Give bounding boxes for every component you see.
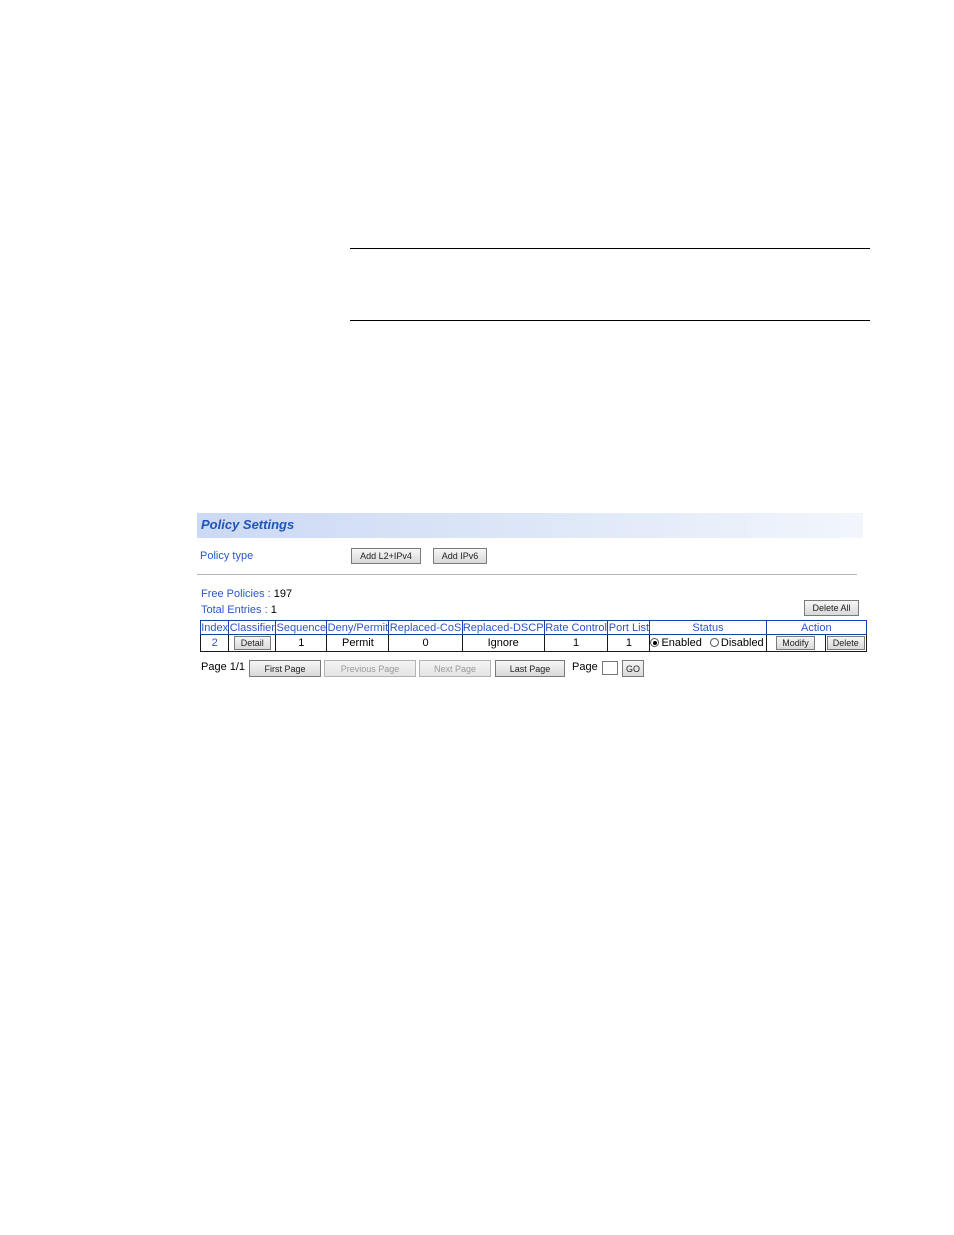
policy-type-label: Policy type [200, 550, 254, 562]
cell-port-list: 1 [607, 634, 651, 652]
cell-modify: Modify [765, 634, 826, 652]
header-index: Index [199, 620, 230, 635]
cell-replaced-cos: 0 [388, 634, 463, 652]
free-policies-label: Free Policies : [201, 588, 271, 600]
next-page-button[interactable]: Next Page [419, 660, 491, 677]
disabled-radio[interactable] [709, 638, 719, 648]
add-ipv6-button[interactable]: Add IPv6 [433, 548, 487, 564]
last-page-button[interactable]: Last Page [495, 660, 565, 677]
cell-delete: Delete [824, 634, 868, 652]
title-bar: Policy Settings [197, 513, 863, 538]
bottom-rule [350, 320, 870, 321]
table-header-row: Index Classifier Sequence Deny/Permit Re… [199, 620, 868, 635]
header-classifier: Classifier [228, 620, 277, 635]
first-page-button[interactable]: First Page [249, 660, 321, 677]
panel-title: Policy Settings [201, 517, 295, 532]
separator [197, 574, 857, 575]
cell-sequence: 1 [275, 634, 328, 652]
page-label: Page [572, 661, 598, 673]
cell-index: 2 [199, 634, 230, 652]
delete-all-button[interactable]: Delete All [804, 600, 859, 616]
index-link[interactable]: 2 [212, 637, 218, 649]
cell-classifier: Detail [228, 634, 277, 652]
total-entries-value: 1 [270, 604, 277, 616]
cell-deny-permit: Permit [326, 634, 390, 652]
header-replaced-cos: Replaced-CoS [388, 620, 463, 635]
disabled-label: Disabled [720, 636, 764, 649]
policy-table: Index Classifier Sequence Deny/Permit Re… [199, 620, 868, 652]
cell-replaced-dscp: Ignore [461, 634, 545, 652]
top-rule [350, 248, 870, 249]
previous-page-button[interactable]: Previous Page [324, 660, 416, 677]
header-action: Action [765, 620, 868, 635]
add-l2-ipv4-button[interactable]: Add L2+IPv4 [351, 548, 421, 564]
delete-button[interactable]: Delete [826, 635, 865, 650]
header-replaced-dscp: Replaced-DSCP [461, 620, 545, 635]
table-row: 2 Detail 1 Permit 0 Ignore 1 1 Enabled D… [199, 634, 868, 652]
total-entries: Total Entries : 1 [201, 604, 277, 616]
enabled-radio[interactable] [650, 638, 660, 648]
detail-button[interactable]: Detail [233, 635, 271, 650]
header-status: Status [649, 620, 767, 635]
go-button[interactable]: GO [622, 660, 644, 677]
header-sequence: Sequence [275, 620, 328, 635]
header-port-list: Port List [607, 620, 651, 635]
enabled-label: Enabled [661, 636, 702, 649]
header-deny-permit: Deny/Permit [326, 620, 390, 635]
header-rate-control: Rate Control [543, 620, 609, 635]
policy-settings-panel: Policy Settings Policy type Add L2+IPv4 … [197, 513, 868, 688]
free-policies-value: 197 [273, 588, 293, 600]
cell-rate-control: 1 [543, 634, 609, 652]
free-policies: Free Policies : 197 [201, 588, 292, 600]
page-info: Page 1/1 [201, 661, 246, 673]
page-number-input[interactable] [602, 661, 618, 675]
modify-button[interactable]: Modify [776, 635, 815, 650]
cell-status: Enabled Disabled [649, 634, 767, 652]
total-entries-label: Total Entries : [201, 604, 268, 616]
